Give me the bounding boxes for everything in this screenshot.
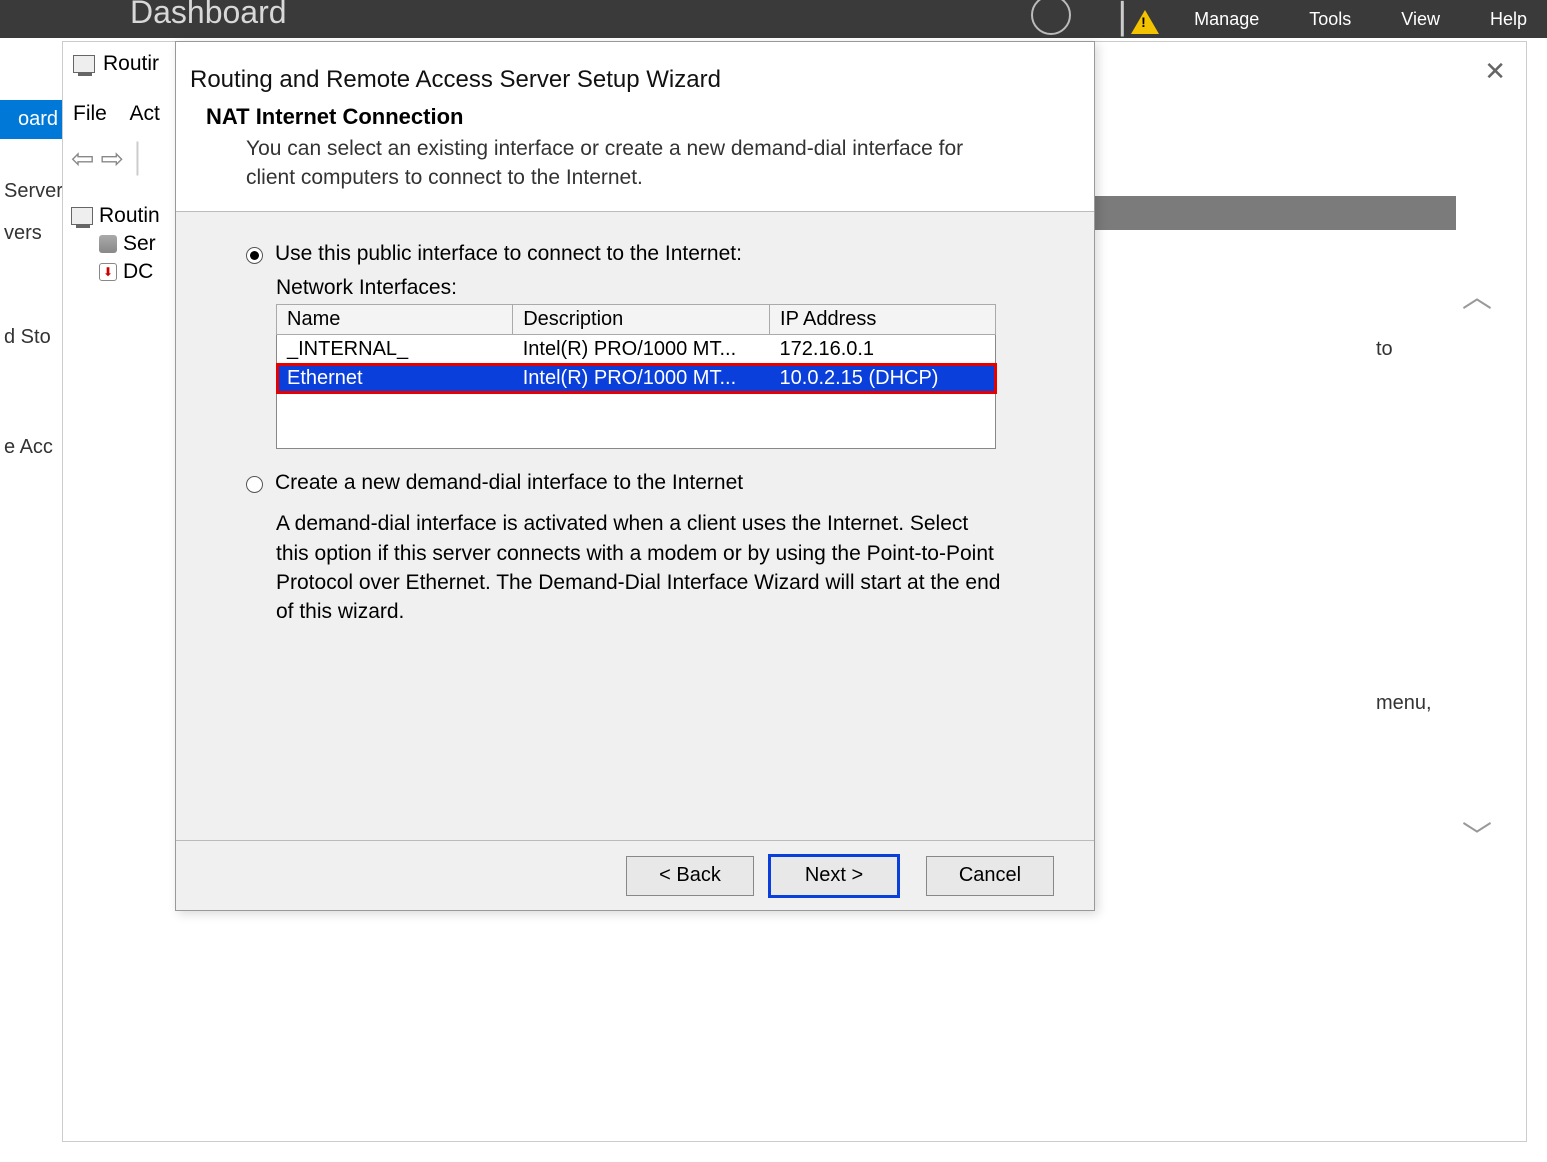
menu-view[interactable]: View: [1401, 9, 1440, 30]
warning-icon: [1131, 10, 1159, 34]
cell-name: Ethernet: [277, 364, 513, 393]
dc-icon: ⬇: [99, 263, 117, 281]
routing-icon: [73, 55, 95, 73]
column-header-ip[interactable]: IP Address: [770, 304, 996, 334]
menu-file[interactable]: File: [73, 102, 107, 125]
table-row[interactable]: _INTERNAL_ Intel(R) PRO/1000 MT... 172.1…: [277, 334, 996, 364]
wizard-title: Routing and Remote Access Server Setup W…: [176, 42, 1094, 104]
menu-help[interactable]: Help: [1490, 9, 1527, 30]
wizard-body: Use this public interface to connect to …: [176, 212, 1094, 840]
routing-window-title: Routir: [73, 52, 159, 76]
nav-forward-icon[interactable]: ⇨: [100, 142, 123, 175]
next-button[interactable]: Next >: [770, 856, 898, 896]
sidebar-item-access[interactable]: e Acc: [0, 432, 62, 463]
database-icon: [99, 235, 117, 253]
wizard-description: You can select an existing interface or …: [206, 134, 986, 193]
rras-setup-wizard-dialog: Routing and Remote Access Server Setup W…: [175, 41, 1095, 911]
radio-public-interface[interactable]: [246, 247, 263, 264]
back-button[interactable]: < Back: [626, 856, 754, 896]
scroll-down-icon[interactable]: ﹀: [1462, 812, 1492, 856]
wizard-subtitle: NAT Internet Connection: [206, 104, 1094, 130]
cell-name: _INTERNAL_: [277, 334, 513, 364]
option2-description: A demand-dial interface is activated whe…: [246, 509, 1006, 627]
column-header-name[interactable]: Name: [277, 304, 513, 334]
app-title: Dashboard: [130, 0, 287, 31]
cell-description: Intel(R) PRO/1000 MT...: [513, 334, 770, 364]
column-header-description[interactable]: Description: [513, 304, 770, 334]
cell-ip: 10.0.2.15 (DHCP): [770, 364, 996, 393]
option2-label: Create a new demand-dial interface to th…: [275, 471, 743, 495]
network-interfaces-label: Network Interfaces:: [246, 276, 1054, 300]
table-header-row: Name Description IP Address: [277, 304, 996, 334]
routing-tree: Routin Ser ⬇ DC: [71, 202, 160, 286]
content-text-frag2: menu,: [1376, 692, 1496, 715]
table-row[interactable]: Ethernet Intel(R) PRO/1000 MT... 10.0.2.…: [277, 364, 996, 393]
nav-back-icon[interactable]: ⇦: [71, 142, 94, 175]
option-create-demand-dial[interactable]: Create a new demand-dial interface to th…: [246, 471, 1054, 495]
tree-child-dc[interactable]: ⬇ DC: [71, 258, 160, 286]
scroll-up-icon[interactable]: ︿: [1462, 272, 1492, 316]
table-empty-space: [277, 393, 996, 449]
sidebar-item-server[interactable]: Server: [0, 176, 62, 207]
tree-root[interactable]: Routin: [71, 202, 160, 230]
sidebar-item-storage[interactable]: d Sto: [0, 322, 62, 353]
cancel-button[interactable]: Cancel: [926, 856, 1054, 896]
menu-action[interactable]: Act: [130, 102, 160, 125]
notifications-icon[interactable]: ▏: [1121, 2, 1144, 37]
content-text-frag1: to: [1376, 338, 1496, 361]
cell-ip: 172.16.0.1: [770, 334, 996, 364]
network-interfaces-table: Name Description IP Address _INTERNAL_ I…: [276, 304, 996, 450]
routing-menubar: File Act: [73, 102, 178, 126]
tree-child-server[interactable]: Ser: [71, 230, 160, 258]
sidebar-item-vers[interactable]: vers: [0, 218, 62, 249]
radio-demand-dial[interactable]: [246, 476, 263, 493]
option-use-public-interface[interactable]: Use this public interface to connect to …: [246, 242, 1054, 266]
app-top-bar: Dashboard ▏ Manage Tools View Help: [0, 0, 1547, 38]
wizard-header: NAT Internet Connection You can select a…: [176, 104, 1094, 212]
menu-manage[interactable]: Manage: [1194, 9, 1259, 30]
close-icon[interactable]: ✕: [1484, 56, 1506, 87]
sidebar-item-dashboard[interactable]: oard: [0, 100, 62, 139]
cell-description: Intel(R) PRO/1000 MT...: [513, 364, 770, 393]
refresh-icon[interactable]: [1031, 0, 1071, 35]
server-icon: [71, 207, 93, 225]
wizard-footer: < Back Next > Cancel: [176, 840, 1094, 910]
nav-arrows: ⇦ ⇨ │: [71, 142, 147, 175]
menu-tools[interactable]: Tools: [1309, 9, 1351, 30]
option1-label: Use this public interface to connect to …: [275, 242, 742, 266]
